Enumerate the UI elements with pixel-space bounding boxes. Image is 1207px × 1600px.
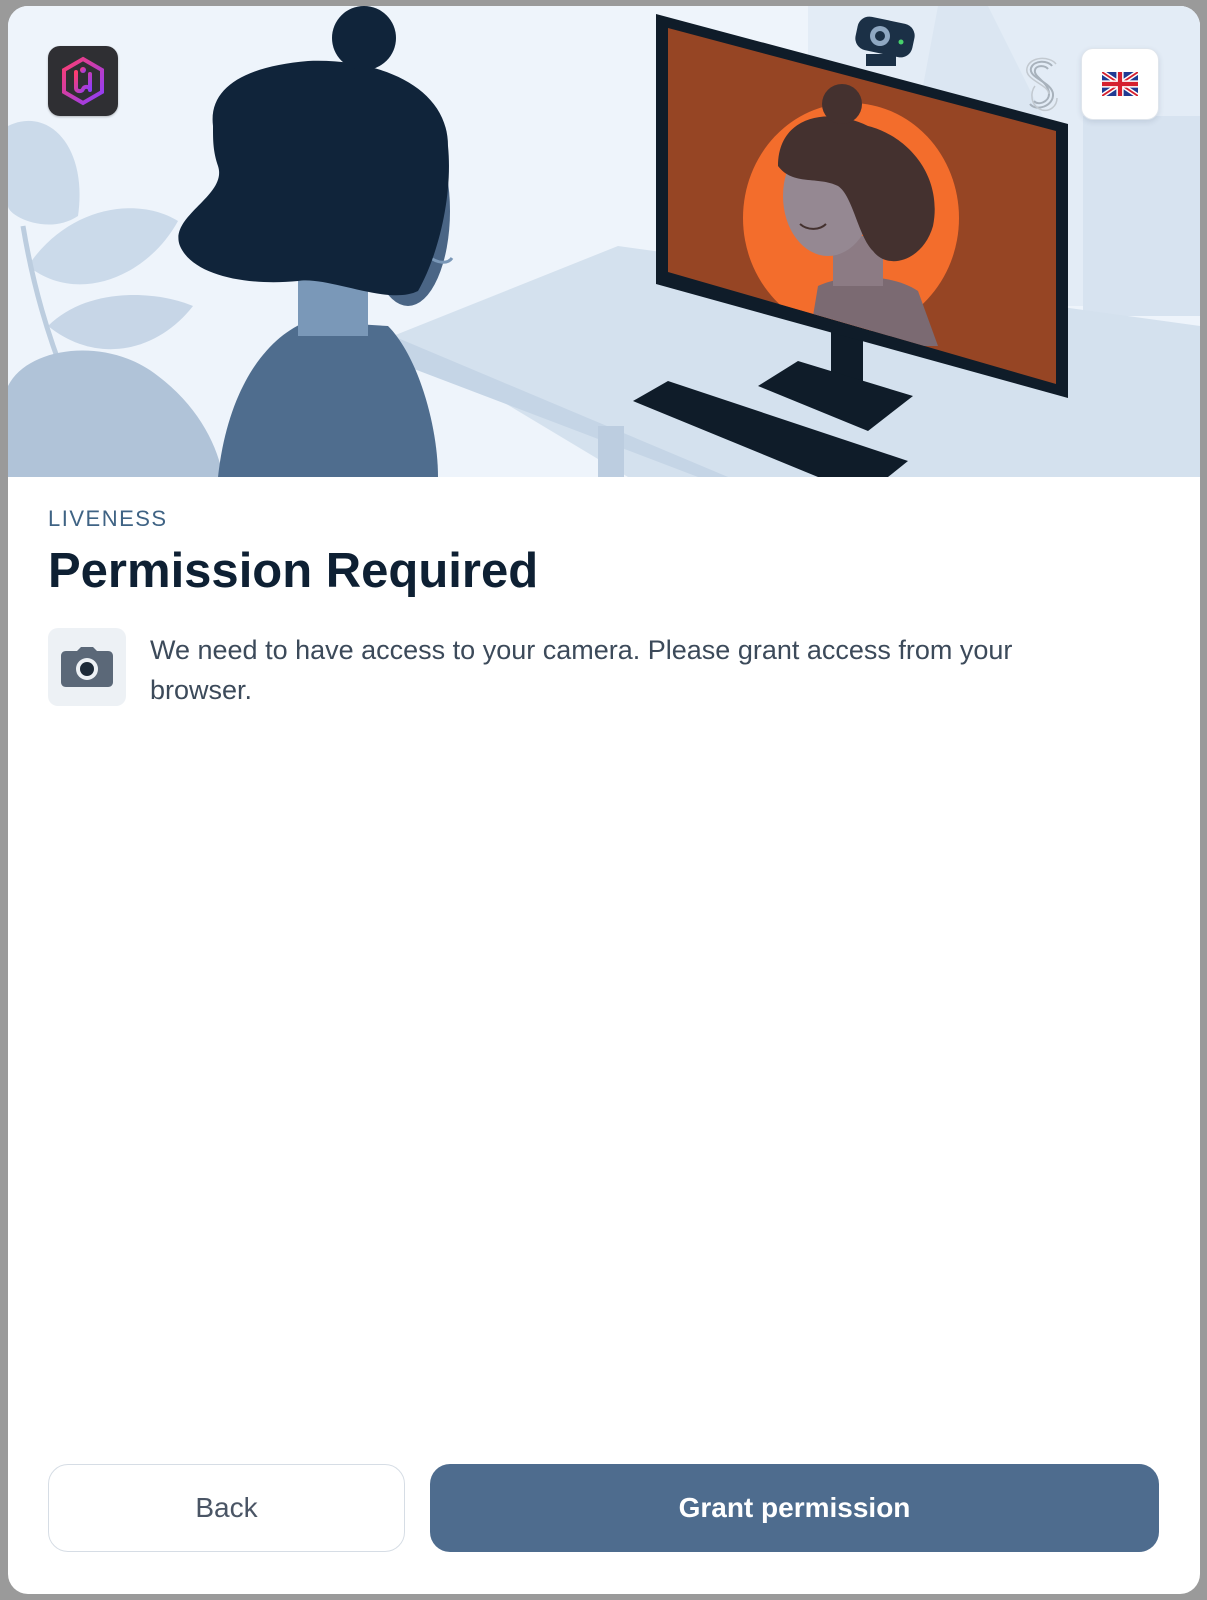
app-logo [48, 46, 118, 116]
hexagon-shield-logo-icon [62, 56, 104, 106]
fingerprint-s-icon [1020, 56, 1064, 116]
camera-permission-info: We need to have access to your camera. P… [48, 628, 1158, 710]
page-title: Permission Required [48, 544, 539, 598]
uk-flag-icon [1102, 72, 1138, 96]
back-button[interactable]: Back [48, 1464, 405, 1552]
camera-icon-container [48, 628, 126, 706]
hero-illustration [8, 6, 1200, 477]
main-content: LIVENESS Permission Required We need to … [48, 504, 1158, 710]
camera-icon [61, 647, 113, 687]
permission-card: LIVENESS Permission Required We need to … [8, 6, 1200, 1594]
section-eyebrow: LIVENESS [48, 506, 168, 531]
language-selector-button[interactable] [1081, 48, 1159, 120]
camera-permission-message: We need to have access to your camera. P… [150, 635, 1013, 705]
grant-permission-button[interactable]: Grant permission [430, 1464, 1159, 1552]
